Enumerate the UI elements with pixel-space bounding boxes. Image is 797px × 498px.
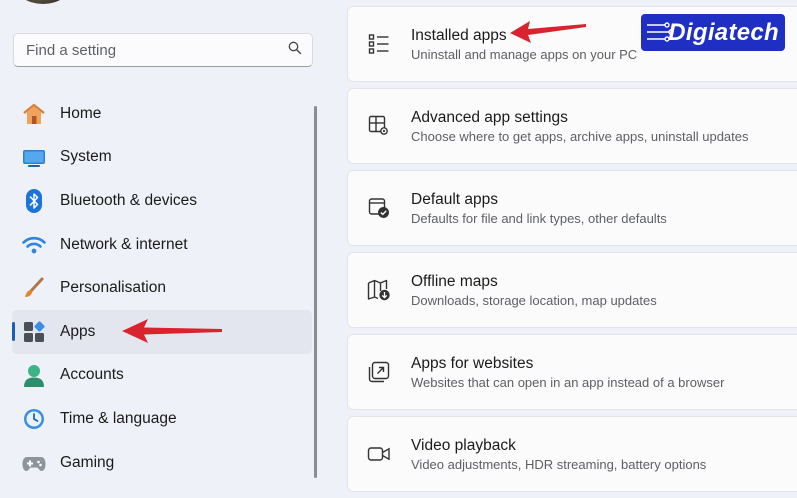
open-external-icon bbox=[366, 359, 392, 385]
annotation-arrow-apps bbox=[122, 319, 222, 343]
map-icon bbox=[366, 277, 392, 303]
sidebar-item-accounts[interactable]: Accounts bbox=[12, 354, 312, 398]
apps-settings-list: Installed apps Uninstall and manage apps… bbox=[347, 6, 797, 498]
sidebar-item-label: Time & language bbox=[60, 409, 177, 427]
gamepad-icon bbox=[22, 451, 46, 475]
offline-maps-card[interactable]: Offline maps Downloads, storage location… bbox=[347, 252, 797, 328]
search-input[interactable] bbox=[24, 40, 288, 60]
apps-for-websites-card[interactable]: Apps for websites Websites that can open… bbox=[347, 334, 797, 410]
sidebar-item-label: Personalisation bbox=[60, 279, 166, 297]
card-subtitle: Choose where to get apps, archive apps, … bbox=[411, 129, 749, 144]
advanced-app-settings-card[interactable]: Advanced app settings Choose where to ge… bbox=[347, 88, 797, 164]
accounts-icon bbox=[22, 364, 46, 388]
advanced-settings-icon bbox=[366, 113, 392, 139]
watermark-text: Digiatech bbox=[668, 18, 779, 46]
system-icon bbox=[22, 146, 46, 170]
card-title: Installed apps bbox=[411, 27, 507, 44]
card-subtitle: Websites that can open in an app instead… bbox=[411, 375, 725, 390]
sidebar-item-system[interactable]: System bbox=[12, 136, 312, 180]
sidebar-item-label: Network & internet bbox=[60, 235, 188, 253]
card-subtitle: Uninstall and manage apps on your PC bbox=[411, 47, 638, 62]
home-icon bbox=[22, 102, 46, 126]
sidebar-item-bluetooth-devices[interactable]: Bluetooth & devices bbox=[12, 179, 312, 223]
bluetooth-icon bbox=[22, 189, 46, 214]
card-subtitle: Video adjustments, HDR streaming, batter… bbox=[411, 457, 707, 472]
search-icon[interactable] bbox=[288, 41, 302, 60]
sidebar-item-personalisation[interactable]: Personalisation bbox=[12, 266, 312, 310]
sidebar-item-gaming[interactable]: Gaming bbox=[12, 441, 312, 485]
annotation-arrow-installed-apps bbox=[510, 21, 586, 43]
card-subtitle: Downloads, storage location, map updates bbox=[411, 293, 657, 308]
sidebar-item-label: System bbox=[60, 148, 112, 166]
card-title: Default apps bbox=[411, 191, 499, 208]
default-apps-icon bbox=[366, 195, 392, 221]
search-box[interactable] bbox=[13, 33, 313, 67]
sidebar-item-time-language[interactable]: Time & language bbox=[12, 397, 312, 441]
sidebar-item-label: Bluetooth & devices bbox=[60, 191, 198, 209]
card-title: Video playback bbox=[411, 437, 516, 454]
sidebar-item-home[interactable]: Home bbox=[12, 92, 312, 136]
card-title: Apps for websites bbox=[411, 355, 534, 372]
wifi-icon bbox=[22, 233, 46, 257]
sidebar-nav: Home System Bluetooth & devices Network … bbox=[12, 92, 312, 484]
card-title: Advanced app settings bbox=[411, 109, 568, 126]
sidebar-item-label: Accounts bbox=[60, 366, 124, 384]
video-icon bbox=[366, 441, 392, 467]
video-playback-card[interactable]: Video playback Video adjustments, HDR st… bbox=[347, 416, 797, 492]
apps-icon bbox=[22, 320, 46, 344]
sidebar-item-label: Gaming bbox=[60, 453, 115, 471]
digiatech-watermark: Digiatech bbox=[641, 14, 785, 51]
sidebar-item-network-internet[interactable]: Network & internet bbox=[12, 223, 312, 267]
sidebar-item-label: Apps bbox=[60, 322, 96, 340]
card-title: Offline maps bbox=[411, 273, 498, 290]
brush-icon bbox=[22, 276, 46, 300]
installed-apps-icon bbox=[366, 31, 392, 57]
user-avatar[interactable] bbox=[14, 0, 72, 4]
clock-icon bbox=[22, 407, 46, 431]
sidebar-item-label: Home bbox=[60, 104, 102, 122]
card-subtitle: Defaults for file and link types, other … bbox=[411, 211, 667, 226]
default-apps-card[interactable]: Default apps Defaults for file and link … bbox=[347, 170, 797, 246]
active-indicator bbox=[12, 321, 15, 341]
circuit-logo-icon bbox=[647, 22, 674, 42]
sidebar-scrollbar[interactable] bbox=[314, 106, 317, 478]
